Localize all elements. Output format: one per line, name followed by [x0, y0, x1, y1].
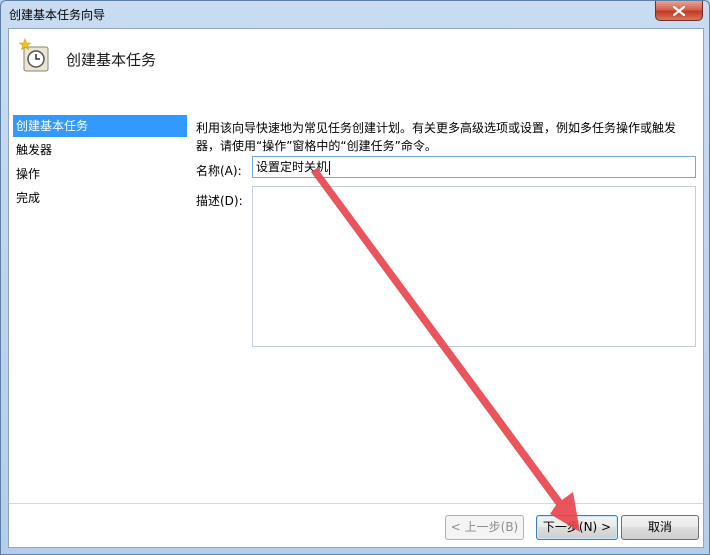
scheduled-task-clock-icon [19, 38, 49, 72]
step-action[interactable]: 操作 [13, 163, 187, 185]
footer-divider [9, 503, 703, 504]
window-title: 创建基本任务向导 [9, 8, 106, 22]
back-button[interactable]: < 上一步(B) [445, 515, 524, 540]
close-icon [673, 5, 685, 16]
wizard-description: 利用该向导快速地为常见任务创建计划。有关更多高级选项或设置，例如多任务操作或触发… [196, 121, 677, 153]
step-create-basic-task[interactable]: 创建基本任务 [13, 115, 187, 137]
description-label: 描述(D): [196, 194, 243, 208]
step-trigger[interactable]: 触发器 [13, 139, 187, 161]
wizard-window: 创建基本任务向导 创建基本任务 创建基本任务 触发器 操作 完成 利用该向导快速… [0, 0, 710, 555]
cancel-button[interactable]: 取消 [621, 515, 699, 540]
wizard-title: 创建基本任务 [66, 51, 157, 69]
name-label: 名称(A): [196, 164, 242, 178]
name-value: 设置定时关机 [256, 160, 329, 174]
title-bar[interactable]: 创建基本任务向导 [1, 1, 709, 27]
close-button[interactable] [655, 1, 703, 21]
next-button[interactable]: 下一步(N) > [536, 515, 618, 540]
wizard-header: 创建基本任务 [9, 29, 703, 113]
step-finish[interactable]: 完成 [13, 187, 187, 209]
name-field[interactable]: 设置定时关机 [252, 156, 696, 178]
wizard-body: 创建基本任务 创建基本任务 触发器 操作 完成 利用该向导快速地为常见任务创建计… [8, 28, 704, 548]
wizard-steps-list: 创建基本任务 触发器 操作 完成 [13, 115, 187, 515]
description-field[interactable] [252, 186, 696, 347]
text-caret [329, 160, 331, 175]
